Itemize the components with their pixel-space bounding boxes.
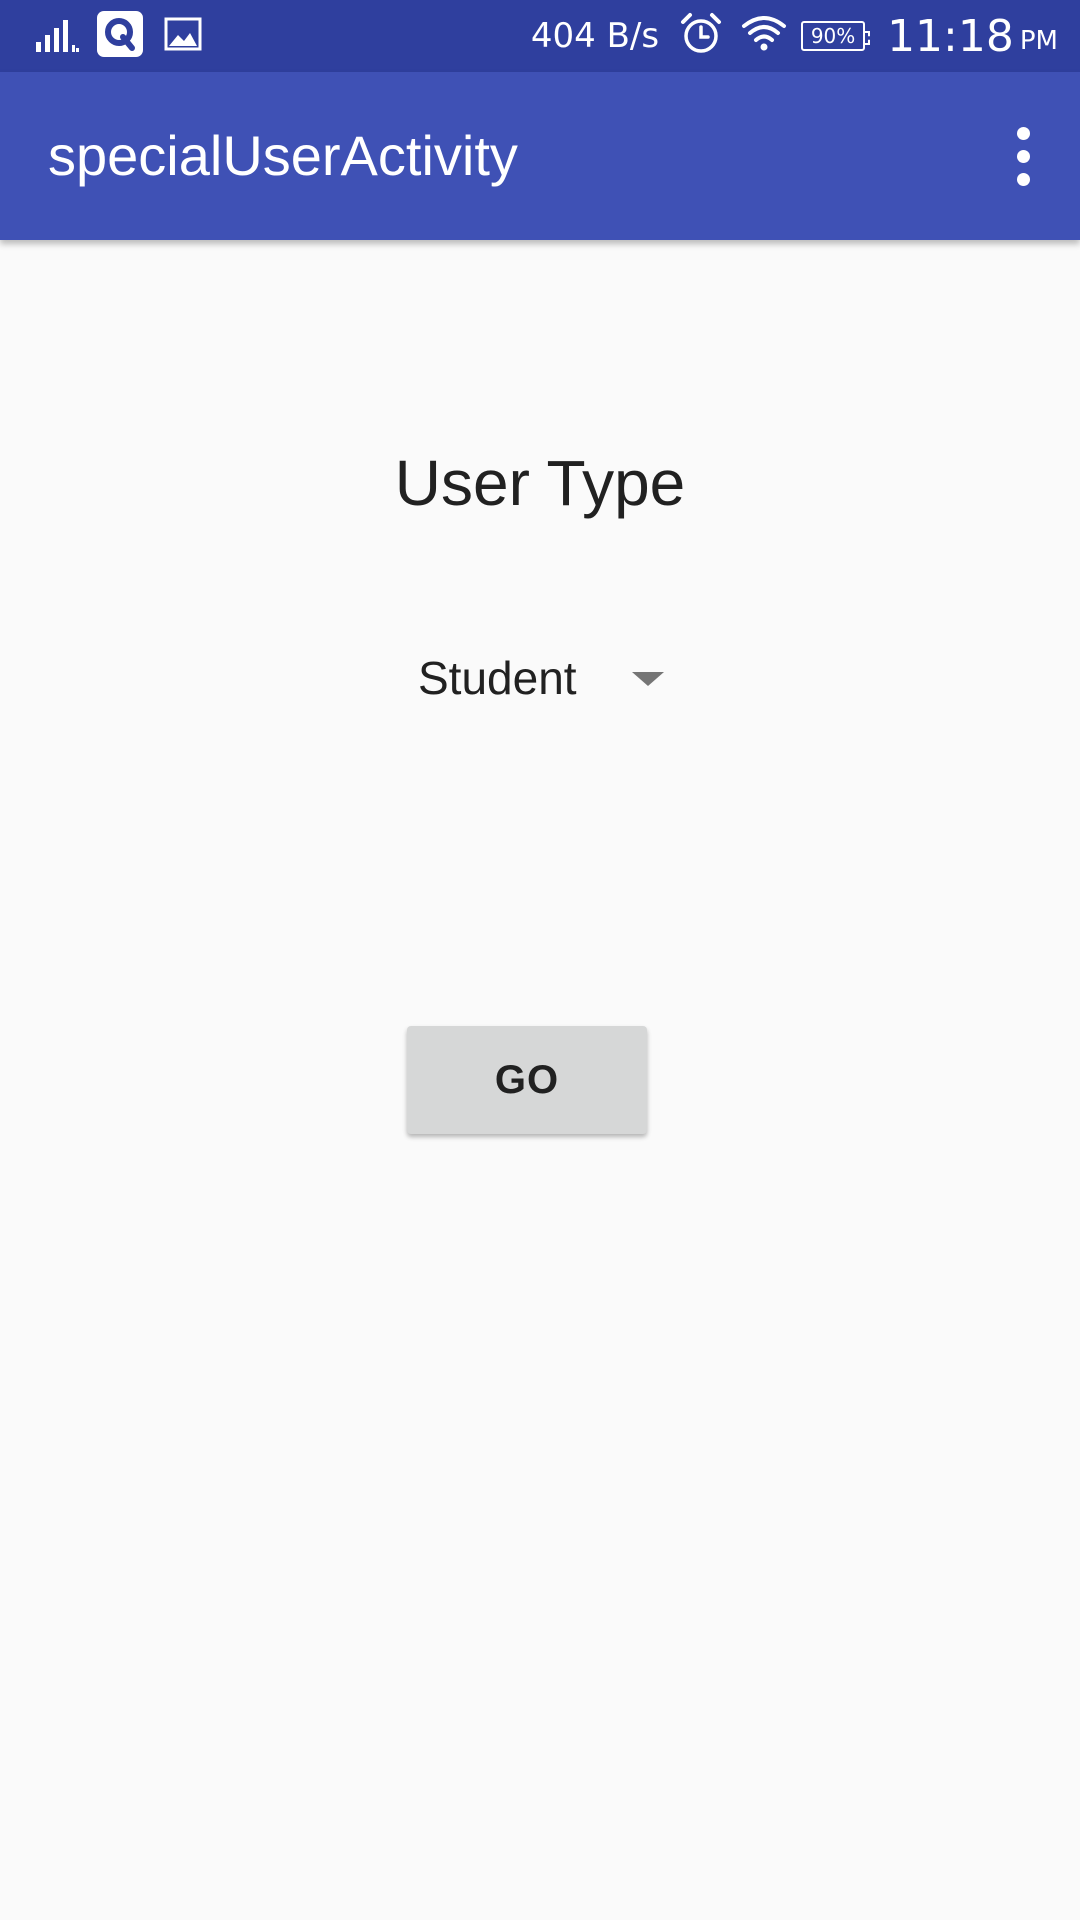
status-bar-left bbox=[34, 10, 202, 62]
dropdown-arrow-icon bbox=[632, 672, 664, 686]
screen: 404 B/s 90% 11:18 PM specialUserActivity… bbox=[0, 0, 1080, 1920]
image-icon bbox=[164, 15, 202, 58]
overflow-dot bbox=[1016, 149, 1030, 163]
clock-time: 11:18 bbox=[887, 10, 1014, 62]
spinner-selected-value: Student bbox=[418, 652, 577, 704]
status-bar-right: 404 B/s 90% 11:18 PM bbox=[531, 6, 1058, 66]
overflow-dot bbox=[1016, 126, 1030, 140]
battery-percent: 90% bbox=[810, 24, 856, 48]
overflow-dot bbox=[1016, 172, 1030, 186]
status-bar: 404 B/s 90% 11:18 PM bbox=[0, 0, 1080, 72]
wifi-icon bbox=[741, 14, 787, 59]
app-title: specialUserActivity bbox=[48, 124, 518, 187]
overflow-menu-icon[interactable] bbox=[996, 116, 1050, 196]
clock-ampm: PM bbox=[1019, 26, 1058, 56]
user-type-label: User Type bbox=[394, 447, 686, 519]
network-speed: 404 B/s bbox=[530, 16, 660, 56]
app-bar: specialUserActivity bbox=[0, 72, 1080, 240]
signal-icon bbox=[34, 14, 82, 59]
q-app-icon bbox=[96, 10, 144, 63]
alarm-icon bbox=[679, 11, 723, 62]
battery-icon: 90% bbox=[801, 21, 871, 51]
user-type-spinner[interactable]: Student bbox=[408, 640, 680, 716]
go-button[interactable]: GO bbox=[407, 1026, 647, 1134]
